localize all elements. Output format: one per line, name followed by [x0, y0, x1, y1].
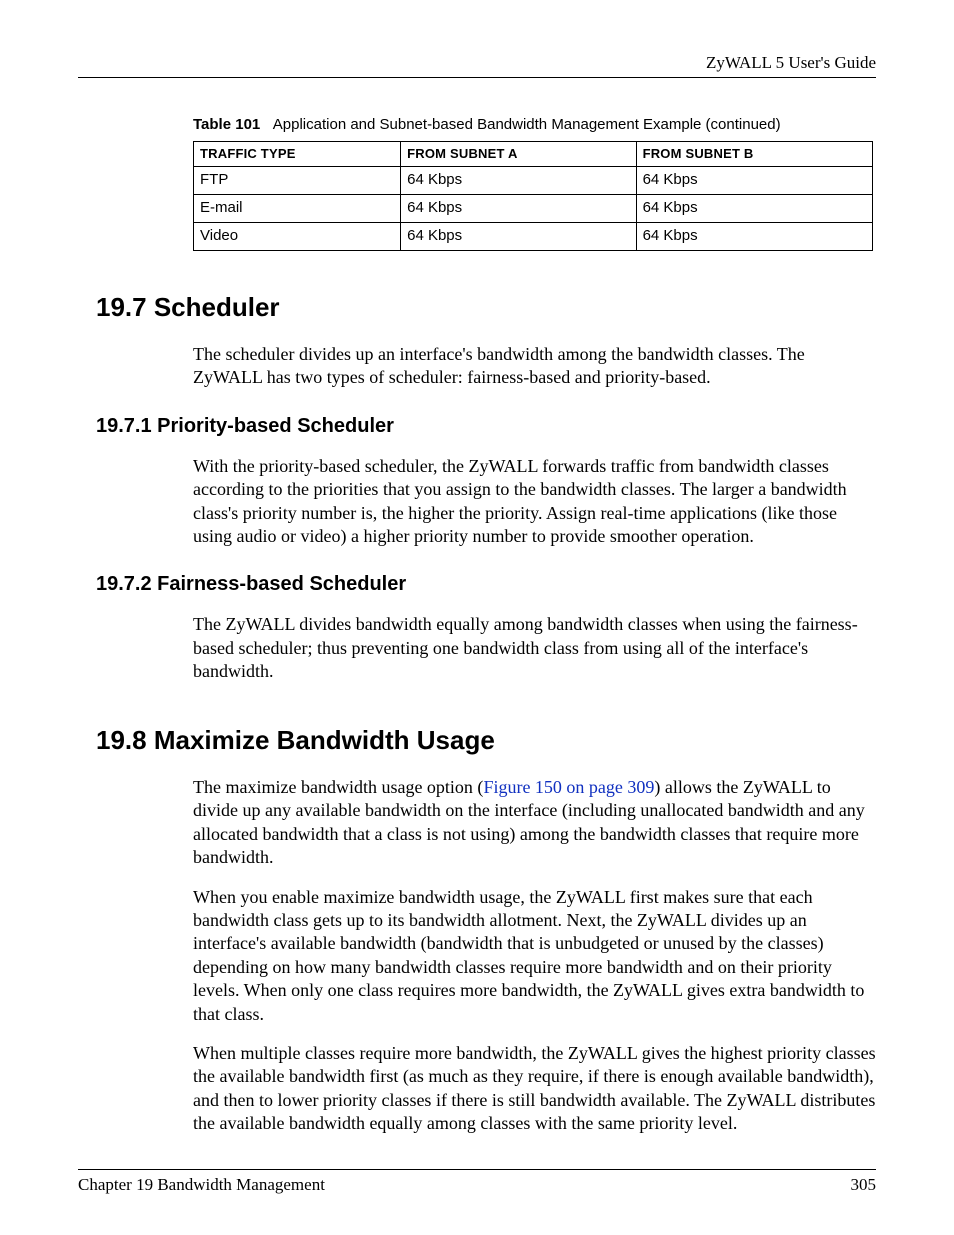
- cell-traffic-type: E-mail: [194, 195, 401, 223]
- cell-subnet-b: 64 Kbps: [636, 167, 872, 195]
- bandwidth-table: TRAFFIC TYPE FROM SUBNET A FROM SUBNET B…: [193, 141, 873, 251]
- footer-page-number: 305: [851, 1174, 877, 1195]
- cell-subnet-a: 64 Kbps: [401, 167, 636, 195]
- heading-19-7-1: 19.7.1 Priority-based Scheduler: [96, 414, 876, 439]
- heading-19-7: 19.7 Scheduler: [96, 291, 876, 324]
- heading-19-7-2: 19.7.2 Fairness-based Scheduler: [96, 572, 876, 597]
- footer-chapter: Chapter 19 Bandwidth Management: [78, 1174, 325, 1195]
- cell-subnet-b: 64 Kbps: [636, 222, 872, 250]
- text-fragment: The maximize bandwidth usage option (: [193, 777, 483, 797]
- xref-figure-150[interactable]: Figure 150 on page 309: [483, 777, 654, 797]
- cell-subnet-a: 64 Kbps: [401, 222, 636, 250]
- table-row: Video 64 Kbps 64 Kbps: [194, 222, 873, 250]
- col-from-subnet-a: FROM SUBNET A: [401, 142, 636, 167]
- col-from-subnet-b: FROM SUBNET B: [636, 142, 872, 167]
- cell-traffic-type: FTP: [194, 167, 401, 195]
- paragraph: When multiple classes require more bandw…: [193, 1042, 876, 1136]
- cell-subnet-b: 64 Kbps: [636, 195, 872, 223]
- table-caption-text: Application and Subnet-based Bandwidth M…: [273, 116, 781, 133]
- heading-19-8: 19.8 Maximize Bandwidth Usage: [96, 724, 876, 757]
- table-caption: Table 101 Application and Subnet-based B…: [193, 116, 876, 135]
- paragraph: With the priority-based scheduler, the Z…: [193, 455, 876, 549]
- paragraph: The maximize bandwidth usage option (Fig…: [193, 776, 876, 870]
- paragraph: The scheduler divides up an interface's …: [193, 343, 876, 390]
- cell-traffic-type: Video: [194, 222, 401, 250]
- page: ZyWALL 5 User's Guide Table 101 Applicat…: [0, 0, 954, 1235]
- cell-subnet-a: 64 Kbps: [401, 195, 636, 223]
- table-header-row: TRAFFIC TYPE FROM SUBNET A FROM SUBNET B: [194, 142, 873, 167]
- table-row: E-mail 64 Kbps 64 Kbps: [194, 195, 873, 223]
- col-traffic-type: TRAFFIC TYPE: [194, 142, 401, 167]
- header-guide-title: ZyWALL 5 User's Guide: [78, 52, 876, 73]
- footer-rule: [78, 1169, 876, 1170]
- paragraph: When you enable maximize bandwidth usage…: [193, 886, 876, 1026]
- footer: Chapter 19 Bandwidth Management 305: [78, 1167, 876, 1195]
- table-caption-label: Table 101: [193, 116, 260, 133]
- paragraph: The ZyWALL divides bandwidth equally amo…: [193, 613, 876, 683]
- header-rule: [78, 77, 876, 78]
- table-row: FTP 64 Kbps 64 Kbps: [194, 167, 873, 195]
